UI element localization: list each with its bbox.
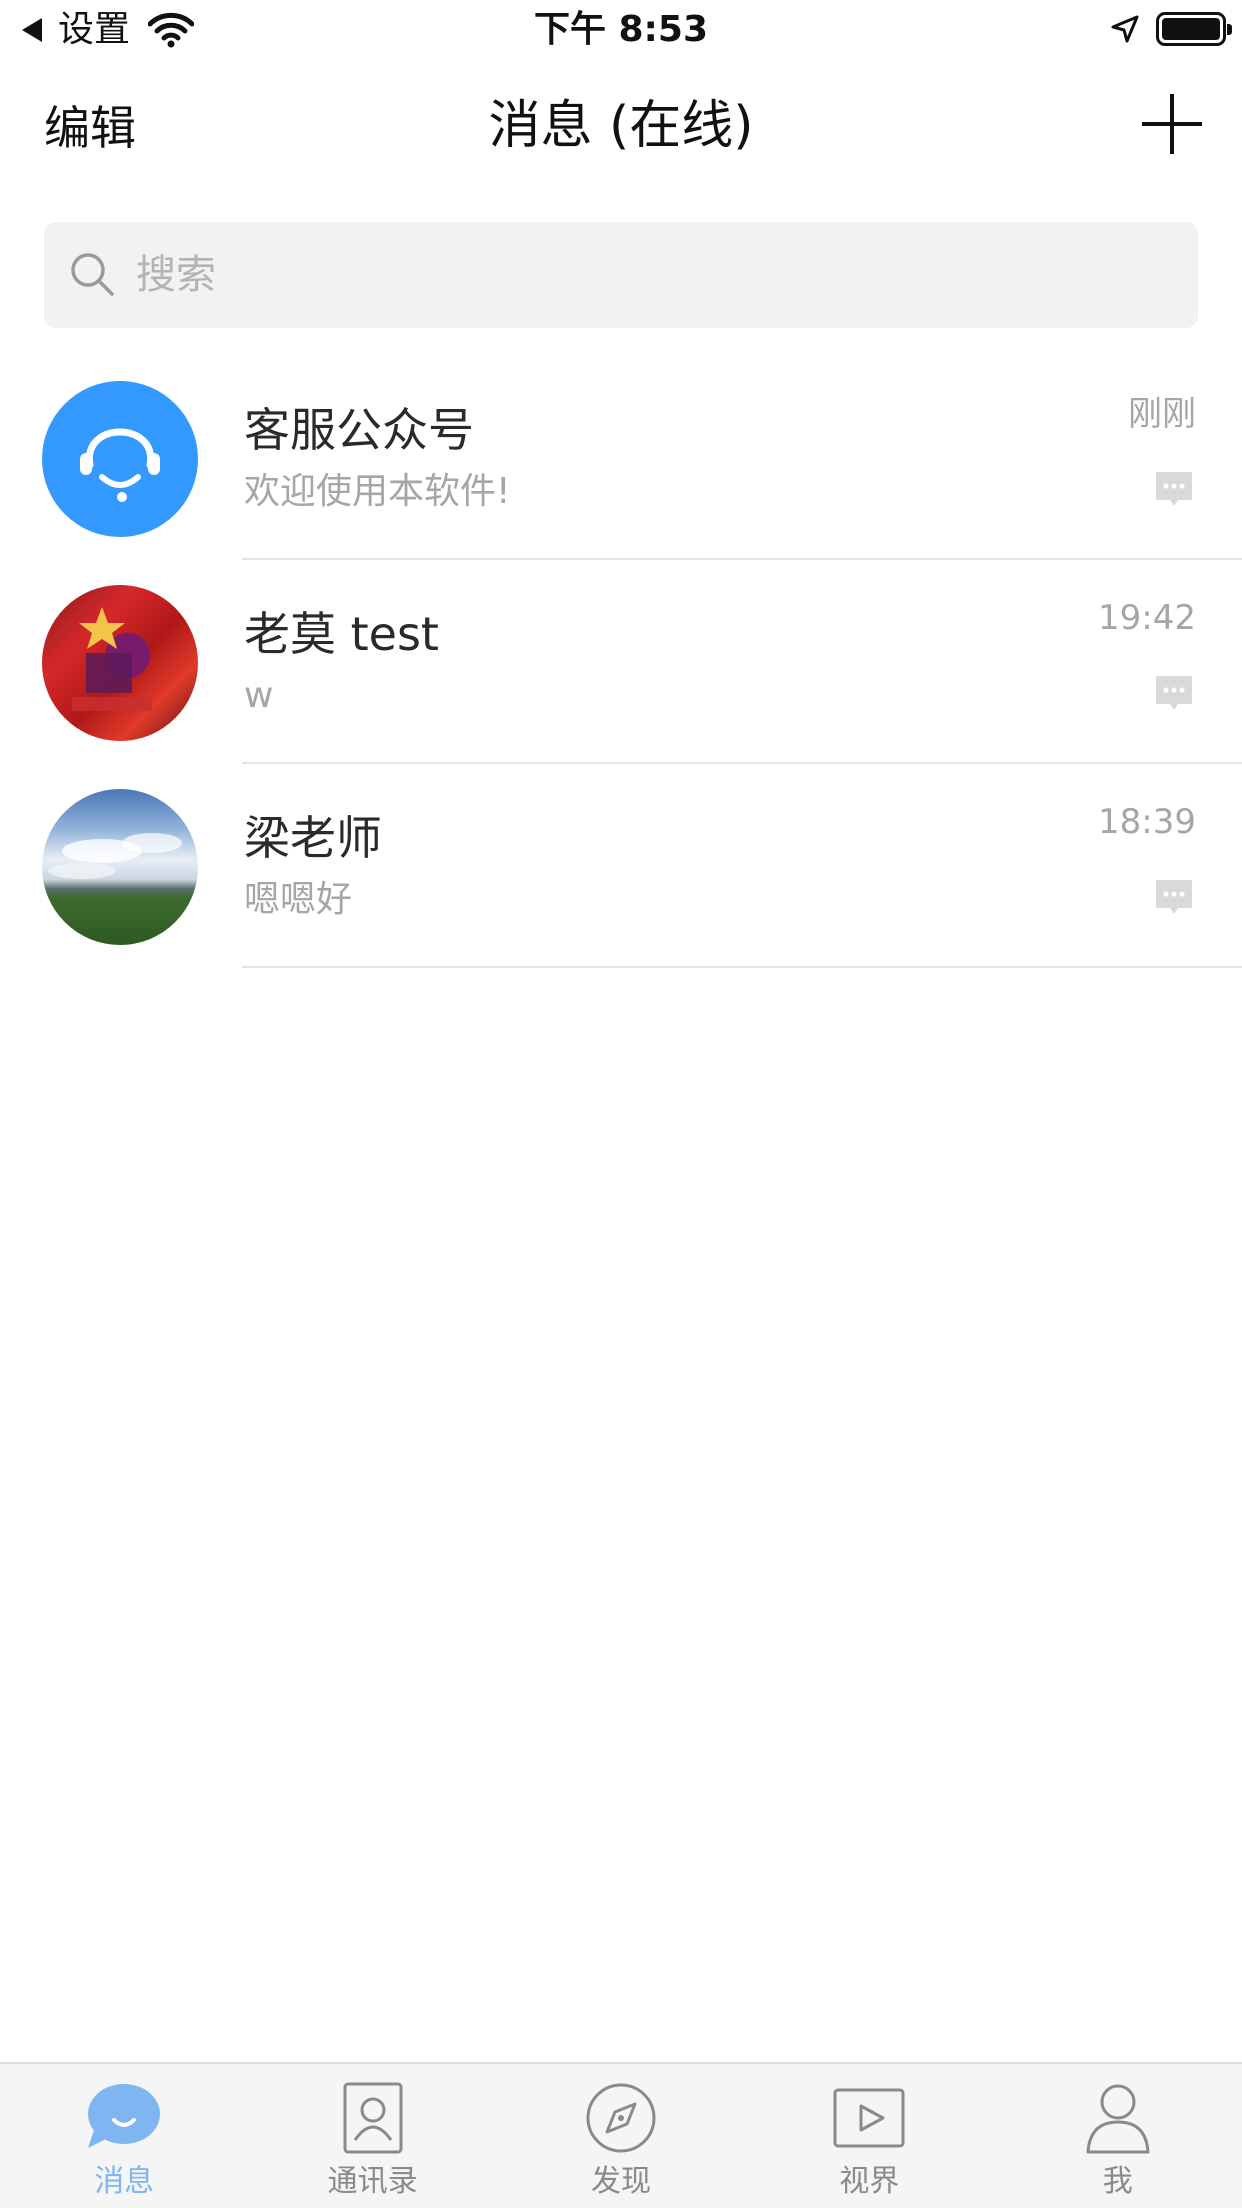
message-name: 客服公众号 [244,403,474,457]
message-preview: w [244,675,274,716]
tab-label: 视界 [839,2164,900,2199]
status-bar: 设置 下午 8:53 [0,0,1242,62]
search-bar[interactable] [44,222,1198,328]
message-time: 18:39 [1098,802,1196,842]
message-preview: 欢迎使用本软件! [244,471,511,512]
battery-icon [1156,12,1232,46]
location-arrow-icon [1111,15,1139,43]
sky-landscape-image [48,833,182,879]
message-name: 老莫 test [244,607,439,661]
message-row[interactable]: 梁老师 嗯嗯好 18:39 [0,764,1242,968]
tab-vision[interactable]: 视界 [745,2064,993,2208]
message-bubble-icon [1156,676,1192,710]
star-trophy-image [72,607,152,711]
divider [242,966,1242,968]
message-bubble-icon [1156,880,1192,914]
add-plus-icon[interactable] [1142,94,1202,154]
photo-avatar [42,585,198,741]
search-input[interactable] [136,252,1136,298]
tab-label: 我 [1102,2164,1133,2199]
page-title: 消息 (在线) [488,96,754,156]
tab-label: 发现 [590,2164,651,2199]
message-row[interactable]: 老莫 test w 19:42 [0,560,1242,764]
tab-me[interactable]: 我 [994,2064,1242,2208]
status-time: 下午 8:53 [533,9,709,50]
message-preview: 嗯嗯好 [244,879,353,920]
message-time: 19:42 [1098,598,1196,638]
message-name: 梁老师 [244,811,382,865]
customer-service-icon [80,428,160,502]
tab-label: 消息 [94,2164,155,2199]
tab-label: 通讯录 [327,2164,418,2199]
tab-discover[interactable]: 发现 [497,2064,745,2208]
play-icon [833,2088,905,2148]
message-row[interactable]: 客服公众号 欢迎使用本软件! 刚刚 [0,356,1242,560]
customer-service-avatar [42,381,198,537]
status-right-group [1110,12,1232,46]
message-bubble-icon [1156,472,1192,506]
tab-contacts[interactable]: 通讯录 [248,2064,496,2208]
photo-avatar [42,789,198,945]
compass-icon [586,2083,656,2153]
tab-bar: 消息 通讯录 发现 视界 我 [0,2062,1242,2208]
person-icon [1086,2084,1150,2154]
message-time: 刚刚 [1128,394,1196,434]
contact-card-icon [343,2082,403,2154]
nav-bar: 编辑 消息 (在线) [0,62,1242,192]
chat-bubble-icon [88,2084,161,2148]
tab-messages[interactable]: 消息 [0,2064,248,2208]
search-icon [71,253,114,296]
message-list: 客服公众号 欢迎使用本软件! 刚刚 老莫 test w 19:42 梁老师 嗯嗯… [0,356,1242,968]
